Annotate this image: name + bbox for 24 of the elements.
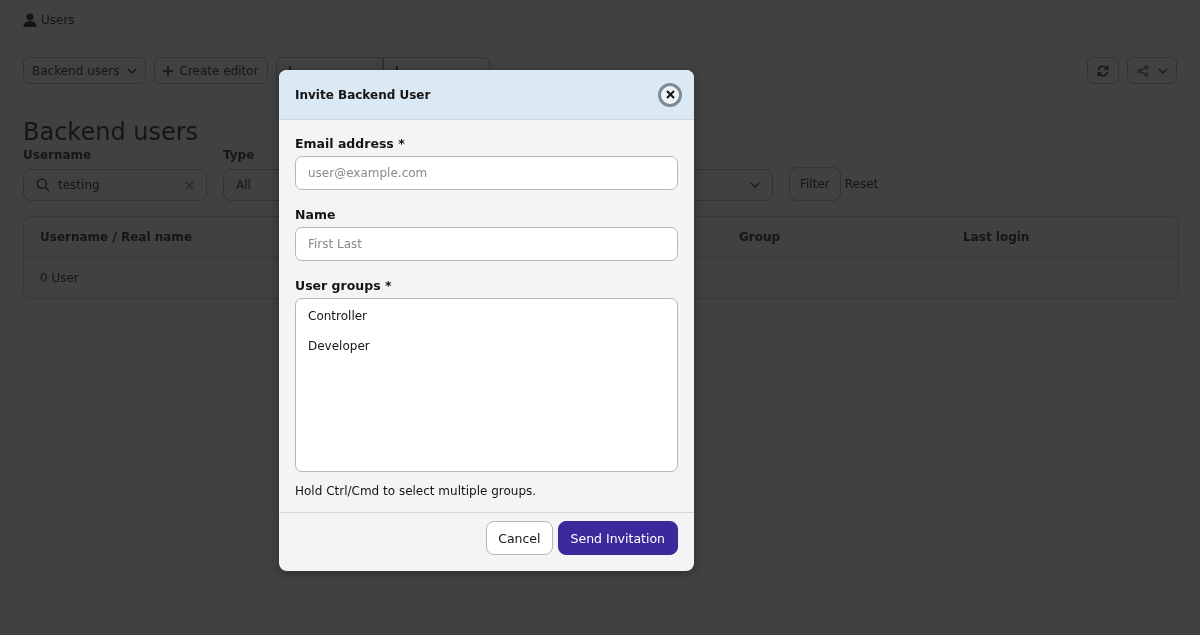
text-field[interactable]: user@example.com: [295, 156, 678, 190]
text-field[interactable]: First Last: [295, 227, 678, 261]
chevron-down-icon: [126, 67, 137, 74]
field-label: Name: [295, 207, 337, 222]
close-button[interactable]: [658, 82, 682, 107]
cancel-button[interactable]: Cancel: [486, 521, 553, 555]
refresh-button[interactable]: [1087, 57, 1119, 84]
help-text: Hold Ctrl/Cmd to select multiple groups.: [295, 484, 538, 498]
refresh-icon: [1096, 63, 1110, 78]
close-icon: [665, 90, 675, 99]
chevron-down-icon: [750, 182, 760, 188]
share-button[interactable]: [1127, 57, 1177, 84]
field-label: User groups *: [295, 278, 393, 293]
dialog-title: Invite Backend User: [295, 87, 431, 102]
group-listbox[interactable]: Controller Developer: [295, 298, 678, 472]
chevron-down-icon: [1157, 67, 1168, 74]
field-label: Email address *: [295, 136, 406, 151]
user-icon: [23, 13, 37, 27]
plus-icon: [162, 65, 173, 76]
send-button[interactable]: Send Invitation: [557, 521, 678, 555]
group-option[interactable]: Developer: [296, 337, 677, 367]
group-option[interactable]: Controller: [296, 307, 677, 337]
search-icon: [36, 178, 50, 192]
share-icon: [1136, 64, 1149, 77]
